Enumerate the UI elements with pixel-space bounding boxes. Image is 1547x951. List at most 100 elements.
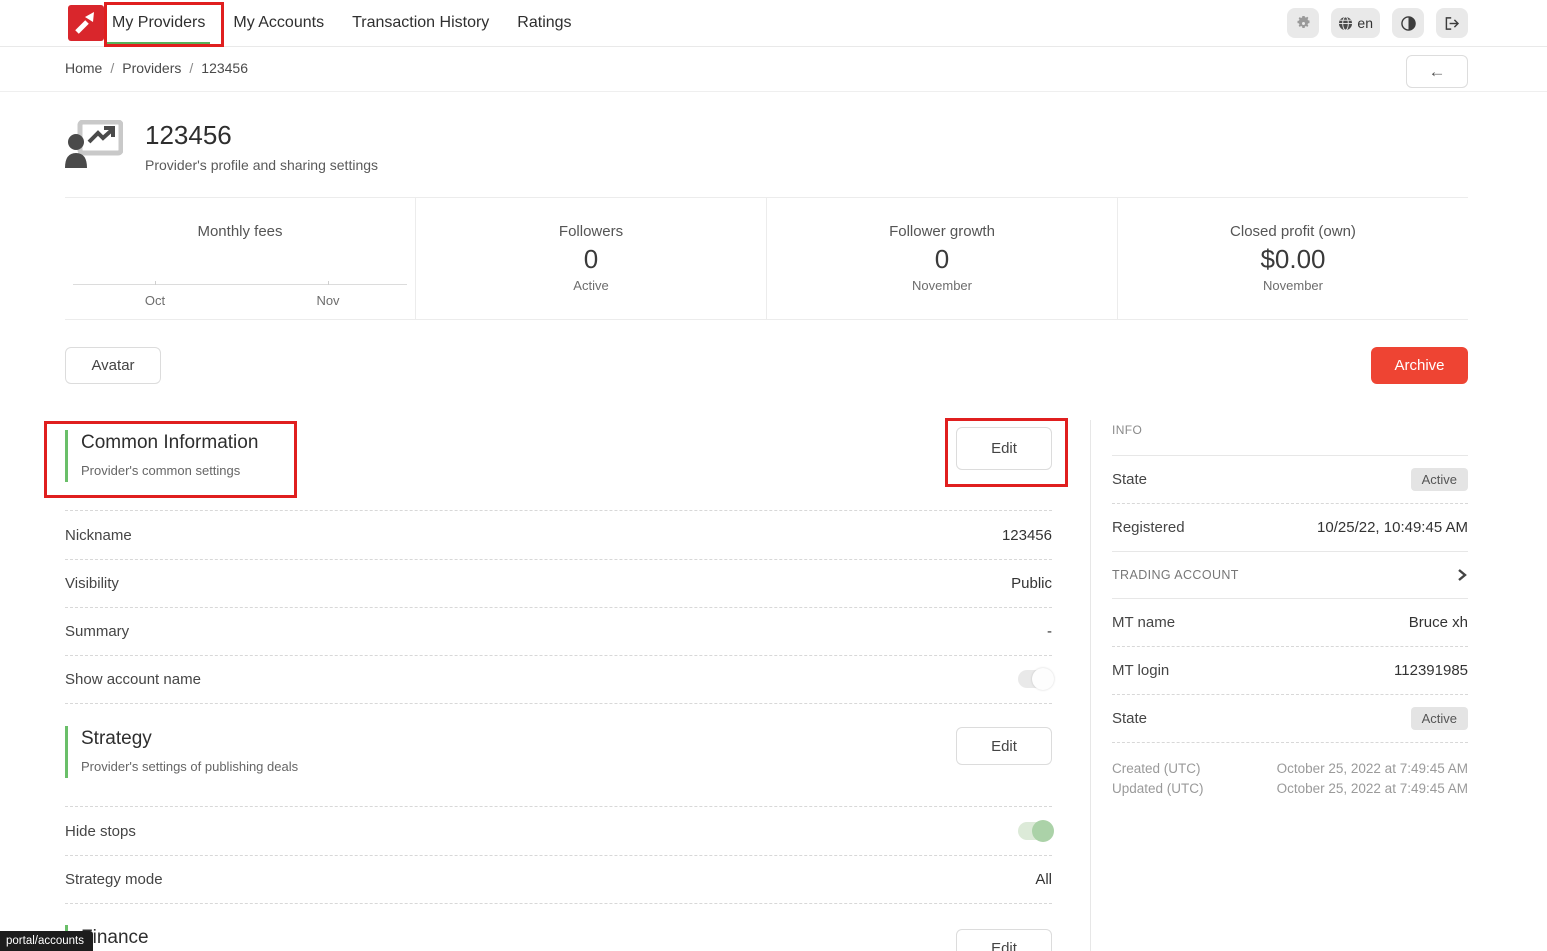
page-header-text: 123456 Provider's profile and sharing se…: [145, 120, 378, 173]
toggle-knob: [1032, 668, 1054, 690]
strategy-section-header: Strategy Provider's settings of publishi…: [65, 726, 298, 778]
info-row-mt-login: MT login 112391985: [1112, 647, 1468, 695]
contrast-icon: [1401, 16, 1416, 31]
axis-tick: [155, 281, 156, 285]
back-button[interactable]: ←: [1406, 55, 1468, 88]
tab-ratings[interactable]: Ratings: [517, 14, 571, 32]
nav-tabs: My Providers My Accounts Transaction His…: [112, 0, 572, 46]
info-panel-heading: INFO: [1112, 413, 1468, 456]
page-subtitle: Provider's profile and sharing settings: [145, 157, 378, 173]
avatar-button[interactable]: Avatar: [65, 347, 161, 384]
field-row-nickname: Nickname 123456: [65, 510, 1052, 560]
breadcrumb-separator: /: [110, 60, 114, 76]
field-label: Visibility: [65, 575, 119, 592]
top-navigation-bar: My Providers My Accounts Transaction His…: [0, 0, 1547, 47]
field-label: Show account name: [65, 671, 201, 688]
info-row-registered: Registered 10/25/22, 10:49:45 AM: [1112, 504, 1468, 552]
section-title: Common Information: [81, 432, 258, 454]
content-divider: [1090, 420, 1091, 951]
show-account-name-toggle[interactable]: [1018, 670, 1052, 688]
field-label: Nickname: [65, 527, 132, 544]
meta-value: October 25, 2022 at 7:49:45 AM: [1277, 779, 1468, 799]
tab-my-providers[interactable]: My Providers: [112, 14, 205, 32]
stat-closed-profit: Closed profit (own) $0.00 November: [1118, 198, 1468, 319]
info-label: MT name: [1112, 614, 1175, 631]
info-label: State: [1112, 710, 1147, 727]
hide-stops-toggle[interactable]: [1018, 822, 1052, 840]
gear-icon: [1296, 16, 1311, 31]
section-subtitle: Provider's common settings: [81, 463, 258, 478]
stat-title: Closed profit (own): [1118, 223, 1468, 240]
globe-icon: [1338, 16, 1353, 31]
info-value: 112391985: [1394, 662, 1468, 679]
back-arrow-icon: ←: [1429, 62, 1446, 82]
page-title: 123456: [145, 120, 378, 151]
field-label: Strategy mode: [65, 871, 163, 888]
app-logo-icon[interactable]: [68, 5, 104, 41]
language-button[interactable]: en: [1331, 8, 1380, 38]
info-row-mt-name: MT name Bruce xh: [1112, 599, 1468, 647]
stat-follower-growth: Follower growth 0 November: [767, 198, 1118, 319]
stat-caption: Active: [416, 278, 766, 293]
field-row-show-account-name: Show account name: [65, 655, 1052, 704]
stat-value: $0.00: [1118, 244, 1468, 275]
updated-line: Updated (UTC) October 25, 2022 at 7:49:4…: [1112, 779, 1468, 799]
info-label: State: [1112, 471, 1147, 488]
meta-value: October 25, 2022 at 7:49:45 AM: [1277, 759, 1468, 779]
toggle-knob: [1032, 820, 1054, 842]
common-information-edit-button[interactable]: Edit: [956, 427, 1052, 470]
axis-tick: [328, 281, 329, 285]
field-row-strategy-mode: Strategy mode All: [65, 855, 1052, 904]
breadcrumb-row: Home / Providers / 123456 ←: [0, 47, 1547, 92]
info-label: Registered: [1112, 519, 1185, 536]
logout-button[interactable]: [1436, 8, 1468, 38]
info-panel: INFO State Active Registered 10/25/22, 1…: [1112, 413, 1468, 799]
link-status-tooltip: portal/accounts: [0, 931, 93, 951]
field-label: Hide stops: [65, 823, 136, 840]
stat-caption: November: [767, 278, 1117, 293]
stat-caption: November: [1118, 278, 1468, 293]
field-row-summary: Summary -: [65, 607, 1052, 656]
info-value: 10/25/22, 10:49:45 AM: [1317, 519, 1468, 536]
breadcrumb-providers[interactable]: Providers: [122, 60, 181, 76]
stat-title: Followers: [416, 223, 766, 240]
theme-toggle-button[interactable]: [1392, 8, 1424, 38]
archive-button[interactable]: Archive: [1371, 347, 1468, 384]
logout-icon: [1444, 16, 1460, 31]
finance-edit-button[interactable]: Edit: [956, 929, 1052, 951]
stat-title: Monthly fees: [65, 223, 415, 240]
tab-transaction-history[interactable]: Transaction History: [352, 14, 489, 32]
breadcrumb-separator: /: [189, 60, 193, 76]
stat-monthly-fees: Monthly fees Oct Nov: [65, 198, 416, 319]
info-value: Bruce xh: [1409, 614, 1468, 631]
provider-presentation-icon: [65, 120, 123, 168]
created-line: Created (UTC) October 25, 2022 at 7:49:4…: [1112, 759, 1468, 779]
axis-tick-label: Nov: [316, 293, 339, 308]
trading-account-header[interactable]: TRADING ACCOUNT: [1112, 552, 1468, 599]
meta-label: Created (UTC): [1112, 759, 1201, 779]
breadcrumb-current: 123456: [201, 60, 248, 76]
section-title: Strategy: [81, 728, 298, 750]
info-label: MT login: [1112, 662, 1169, 679]
monthly-fees-chart-axis: Oct Nov: [73, 284, 407, 285]
trading-account-label: TRADING ACCOUNT: [1112, 568, 1239, 582]
stat-value: 0: [416, 244, 766, 275]
stat-followers: Followers 0 Active: [416, 198, 767, 319]
strategy-edit-button[interactable]: Edit: [956, 727, 1052, 765]
tab-my-accounts[interactable]: My Accounts: [233, 14, 324, 32]
status-badge: Active: [1411, 707, 1468, 730]
settings-button[interactable]: [1287, 8, 1319, 38]
info-row-account-state: State Active: [1112, 695, 1468, 743]
breadcrumb-home[interactable]: Home: [65, 60, 102, 76]
active-tab-indicator: [107, 42, 210, 46]
field-value: Public: [1011, 575, 1052, 592]
field-row-hide-stops: Hide stops: [65, 806, 1052, 856]
page-header: 123456 Provider's profile and sharing se…: [65, 120, 378, 173]
stat-value: 0: [767, 244, 1117, 275]
common-information-section-header: Common Information Provider's common set…: [65, 430, 258, 482]
field-value: -: [1047, 623, 1052, 640]
field-value: 123456: [1002, 527, 1052, 544]
nav-action-buttons: en: [1287, 8, 1468, 38]
stats-strip: Monthly fees Oct Nov Followers 0 Active …: [65, 197, 1468, 320]
section-subtitle: Provider's settings of publishing deals: [81, 759, 298, 774]
